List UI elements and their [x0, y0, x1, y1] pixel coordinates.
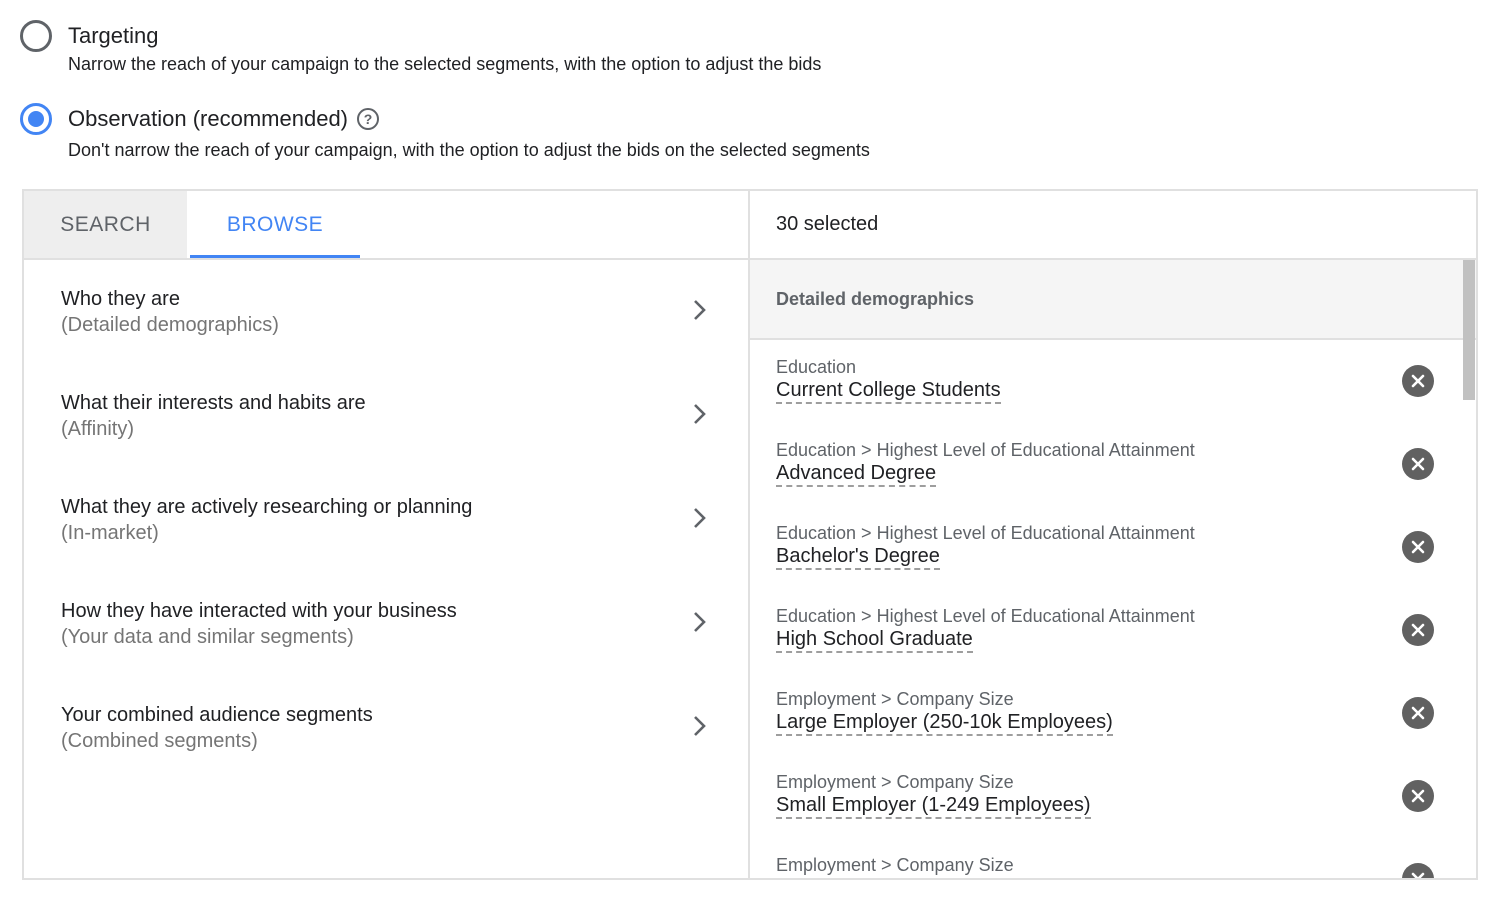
selected-item-category: Employment > Company Size	[776, 772, 1014, 792]
selected-item-value: Large Employer (250-10k Employees)	[776, 710, 1113, 736]
observation-description: Don't narrow the reach of your campaign,…	[68, 140, 870, 160]
browse-item-your-data[interactable]: How they have interacted with your busin…	[24, 572, 748, 676]
selected-item-value: High School Graduate	[776, 627, 973, 653]
remove-icon[interactable]	[1402, 365, 1434, 397]
chevron-right-icon	[688, 506, 712, 530]
selected-item: Employment > Company Size Small Employer…	[750, 755, 1476, 838]
remove-icon[interactable]	[1402, 697, 1434, 729]
browse-item-detailed-demographics[interactable]: Who they are (Detailed demographics)	[24, 260, 748, 364]
tab-search[interactable]: SEARCH	[24, 191, 187, 258]
remove-icon[interactable]	[1402, 780, 1434, 812]
browse-item-title: Who they are	[61, 288, 180, 310]
selected-item: Employment > Company Size	[750, 838, 1476, 878]
selected-item-category: Education	[776, 357, 857, 377]
selected-item-value: Small Employer (1-249 Employees)	[776, 793, 1091, 819]
selected-item: Education > Highest Level of Educational…	[750, 506, 1476, 589]
selected-scrollbar[interactable]	[1462, 260, 1476, 878]
audience-panel: SEARCH BROWSE Who they are (Detailed dem…	[22, 189, 1478, 880]
observation-title: Observation (recommended)	[68, 106, 349, 131]
selected-item-value: Bachelor's Degree	[776, 544, 940, 570]
browse-list: Who they are (Detailed demographics) Wha…	[24, 260, 748, 780]
chevron-right-icon	[688, 298, 712, 322]
observation-radio[interactable]	[20, 103, 52, 135]
scrollbar-thumb[interactable]	[1463, 260, 1475, 400]
browse-pane: SEARCH BROWSE Who they are (Detailed dem…	[24, 191, 750, 878]
selected-item-category: Education > Highest Level of Educational…	[776, 440, 1195, 460]
browse-item-in-market[interactable]: What they are actively researching or pl…	[24, 468, 748, 572]
remove-icon[interactable]	[1402, 448, 1434, 480]
observation-option[interactable]: Observation (recommended) ? Don't narrow…	[20, 103, 870, 160]
targeting-radio[interactable]	[20, 20, 52, 52]
targeting-option[interactable]: Targeting Narrow the reach of your campa…	[20, 20, 821, 74]
selected-item: Education > Highest Level of Educational…	[750, 589, 1476, 672]
browse-item-subtitle: (In-market)	[61, 522, 159, 544]
selected-item-category: Employment > Company Size	[776, 855, 1014, 875]
browse-item-combined-segments[interactable]: Your combined audience segments (Combine…	[24, 676, 748, 780]
browse-item-subtitle: (Combined segments)	[61, 730, 258, 752]
selected-item-value: Advanced Degree	[776, 461, 937, 487]
chevron-right-icon	[688, 714, 712, 738]
remove-icon[interactable]	[1402, 531, 1434, 563]
browse-item-title: Your combined audience segments	[61, 704, 373, 726]
selected-item-category: Education > Highest Level of Educational…	[776, 606, 1195, 626]
selected-item-value: Current College Students	[776, 378, 1001, 404]
browse-item-subtitle: (Detailed demographics)	[61, 314, 279, 336]
selected-item: Education > Highest Level of Educational…	[750, 423, 1476, 506]
browse-item-subtitle: (Your data and similar segments)	[61, 626, 354, 648]
chevron-right-icon	[688, 402, 712, 426]
targeting-description: Narrow the reach of your campaign to the…	[68, 54, 822, 74]
selected-item: Education Current College Students	[750, 340, 1476, 423]
selected-group-header: Detailed demographics	[750, 260, 1476, 340]
selected-pane: 30 selected Detailed demographics Educat…	[750, 191, 1476, 878]
remove-icon[interactable]	[1402, 614, 1434, 646]
selected-count: 30 selected	[750, 191, 1476, 260]
tab-bar: SEARCH BROWSE	[24, 191, 748, 260]
browse-item-title: How they have interacted with your busin…	[61, 600, 457, 622]
targeting-title: Targeting	[68, 23, 159, 48]
browse-item-affinity[interactable]: What their interests and habits are (Aff…	[24, 364, 748, 468]
chevron-right-icon	[688, 610, 712, 634]
selected-item-category: Employment > Company Size	[776, 689, 1014, 709]
browse-item-subtitle: (Affinity)	[61, 418, 134, 440]
selected-item: Employment > Company Size Large Employer…	[750, 672, 1476, 755]
selected-list[interactable]: Education Current College Students Educa…	[750, 340, 1476, 878]
help-icon[interactable]: ?	[357, 108, 380, 130]
browse-item-title: What their interests and habits are	[61, 392, 366, 414]
tab-browse[interactable]: BROWSE	[190, 191, 360, 258]
browse-item-title: What they are actively researching or pl…	[61, 496, 473, 518]
selected-item-category: Education > Highest Level of Educational…	[776, 523, 1195, 543]
